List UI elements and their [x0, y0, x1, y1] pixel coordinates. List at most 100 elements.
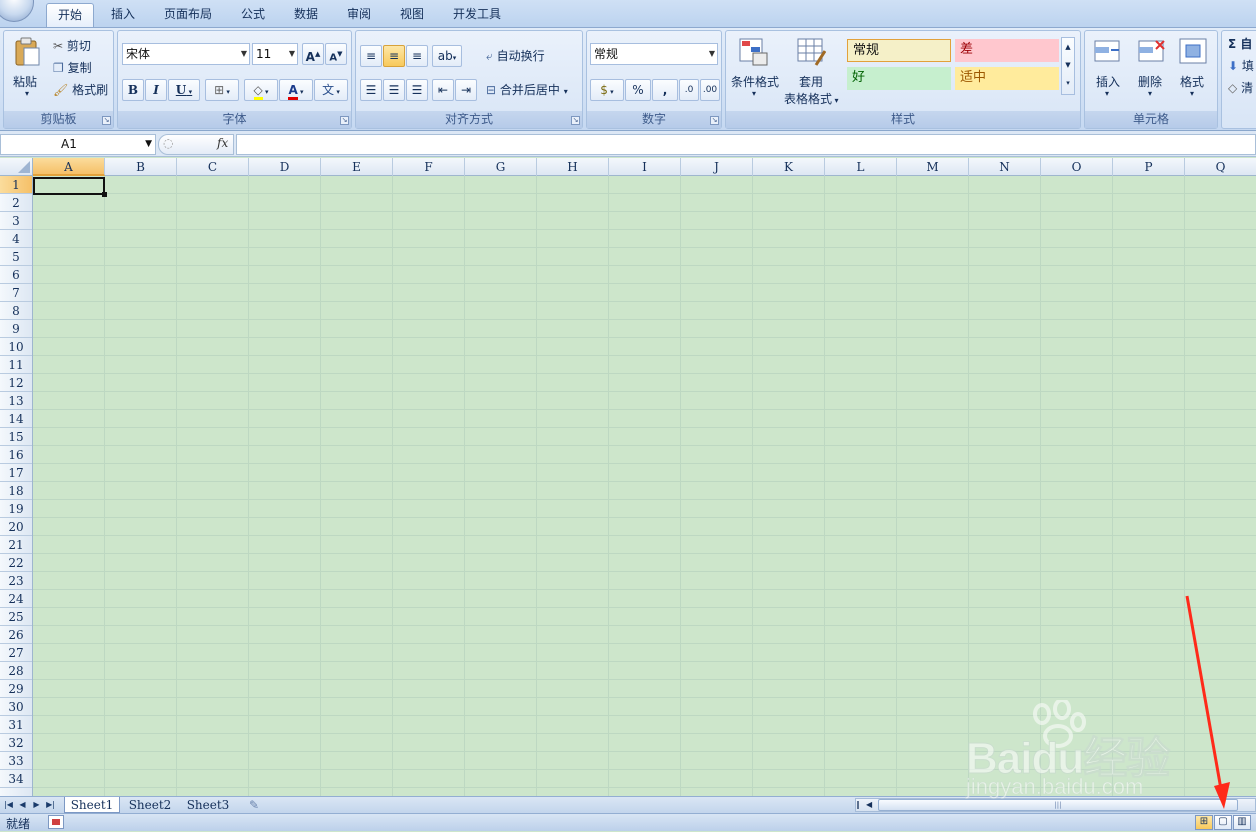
macro-record-icon[interactable]: [48, 815, 64, 829]
italic-button[interactable]: I: [145, 79, 167, 101]
align-top-button[interactable]: ≡: [360, 45, 382, 67]
underline-button[interactable]: U ▾: [168, 79, 200, 101]
grow-font-button[interactable]: A▲: [302, 43, 324, 65]
last-sheet-icon[interactable]: ▶|: [45, 797, 56, 812]
row-header-30[interactable]: 30: [0, 698, 32, 716]
tab-home[interactable]: 开始: [46, 3, 94, 27]
insert-dropdown-icon[interactable]: ▾: [1105, 89, 1109, 98]
row-header-10[interactable]: 10: [0, 338, 32, 356]
column-header-q[interactable]: Q: [1185, 158, 1256, 176]
cut-button[interactable]: ✂ 剪切: [53, 37, 91, 54]
page-layout-view-button[interactable]: ▢: [1214, 815, 1232, 830]
scroll-left-icon[interactable]: ◀: [866, 799, 876, 811]
row-header-32[interactable]: 32: [0, 734, 32, 752]
decrease-decimal-button[interactable]: .00: [700, 79, 720, 101]
increase-decimal-button[interactable]: .0: [679, 79, 699, 101]
copy-button[interactable]: ❐ 复制: [53, 59, 92, 76]
row-header-2[interactable]: 2: [0, 194, 32, 212]
row-header-19[interactable]: 19: [0, 500, 32, 518]
row-header-24[interactable]: 24: [0, 590, 32, 608]
tab-developer[interactable]: 开发工具: [442, 3, 512, 27]
number-format-combo[interactable]: 常规 ▼: [590, 43, 718, 65]
prev-sheet-icon[interactable]: ◀: [17, 797, 28, 812]
page-break-view-button[interactable]: ▥: [1233, 815, 1251, 830]
format-cells-button[interactable]: 格式: [1180, 73, 1204, 90]
row-header-31[interactable]: 31: [0, 716, 32, 734]
insert-cells-button[interactable]: 插入: [1096, 73, 1120, 90]
tab-insert[interactable]: 插入: [100, 3, 146, 27]
tab-view[interactable]: 视图: [388, 3, 436, 27]
normal-view-button[interactable]: ⊞: [1195, 815, 1213, 830]
column-header-m[interactable]: M: [897, 158, 969, 176]
decrease-indent-button[interactable]: ⇤: [432, 79, 454, 101]
fill-color-button[interactable]: ◇ ▾: [244, 79, 278, 101]
percent-button[interactable]: %: [625, 79, 651, 101]
wrap-text-button[interactable]: ⤶ 自动换行: [486, 47, 545, 64]
row-header-9[interactable]: 9: [0, 320, 32, 338]
row-header-11[interactable]: 11: [0, 356, 32, 374]
column-header-k[interactable]: K: [753, 158, 825, 176]
row-header-8[interactable]: 8: [0, 302, 32, 320]
row-header-14[interactable]: 14: [0, 410, 32, 428]
sheet-tab-sheet2[interactable]: Sheet2: [122, 797, 178, 813]
sheet-tab-sheet3[interactable]: Sheet3: [180, 797, 236, 813]
active-cell-a1[interactable]: [33, 177, 107, 197]
insert-sheet-button[interactable]: ✎: [240, 797, 268, 813]
row-header-5[interactable]: 5: [0, 248, 32, 266]
conditional-format-button[interactable]: 条件格式: [731, 73, 779, 90]
tab-page-layout[interactable]: 页面布局: [152, 3, 224, 27]
sheet-tab-sheet1[interactable]: Sheet1: [64, 797, 120, 813]
row-header-29[interactable]: 29: [0, 680, 32, 698]
paste-dropdown-icon[interactable]: ▾: [25, 89, 29, 98]
clear-button[interactable]: ◇ 清: [1228, 79, 1253, 96]
tab-data[interactable]: 数据: [282, 3, 330, 27]
column-header-b[interactable]: B: [105, 158, 177, 176]
delete-dropdown-icon[interactable]: ▾: [1148, 89, 1152, 98]
scroll-up-icon[interactable]: ▲: [1062, 38, 1074, 56]
row-header-17[interactable]: 17: [0, 464, 32, 482]
column-header-c[interactable]: C: [177, 158, 249, 176]
align-left-button[interactable]: ☰: [360, 79, 382, 101]
row-header-4[interactable]: 4: [0, 230, 32, 248]
column-header-h[interactable]: H: [537, 158, 609, 176]
chevron-down-icon[interactable]: ▼: [145, 135, 152, 154]
column-header-g[interactable]: G: [465, 158, 537, 176]
table-format-button[interactable]: 表格格式 ▾: [784, 90, 839, 107]
clipboard-dialog-launcher[interactable]: ↘: [102, 116, 111, 125]
align-bottom-button[interactable]: ≡: [406, 45, 428, 67]
row-header-33[interactable]: 33: [0, 752, 32, 770]
table-format-label-1[interactable]: 套用: [799, 73, 823, 90]
name-box[interactable]: A1 ▼: [0, 134, 156, 155]
style-cell-normal[interactable]: 常规: [847, 39, 951, 62]
style-cell-neutral[interactable]: 适中: [955, 67, 1059, 90]
phonetic-button[interactable]: 文 ▾: [314, 79, 348, 101]
row-header-13[interactable]: 13: [0, 392, 32, 410]
increase-indent-button[interactable]: ⇥: [455, 79, 477, 101]
row-header-25[interactable]: 25: [0, 608, 32, 626]
font-color-button[interactable]: A ▾: [279, 79, 313, 101]
row-header-20[interactable]: 20: [0, 518, 32, 536]
style-cell-bad[interactable]: 差: [955, 39, 1059, 62]
comma-button[interactable]: ,: [652, 79, 678, 101]
autosum-button[interactable]: Σ 自: [1228, 35, 1252, 52]
column-header-j[interactable]: J: [681, 158, 753, 176]
first-sheet-icon[interactable]: |◀: [3, 797, 14, 812]
row-header-12[interactable]: 12: [0, 374, 32, 392]
insert-function-icon[interactable]: fx: [217, 136, 228, 150]
row-header-22[interactable]: 22: [0, 554, 32, 572]
tab-review[interactable]: 审阅: [336, 3, 382, 27]
column-header-n[interactable]: N: [969, 158, 1041, 176]
row-header-16[interactable]: 16: [0, 446, 32, 464]
office-button[interactable]: [0, 0, 34, 22]
format-painter-button[interactable]: 🖌 格式刷: [53, 81, 108, 98]
row-header-3[interactable]: 3: [0, 212, 32, 230]
worksheet-grid[interactable]: [33, 176, 1256, 796]
number-dialog-launcher[interactable]: ↘: [710, 116, 719, 125]
font-dialog-launcher[interactable]: ↘: [340, 116, 349, 125]
scroll-split-handle[interactable]: ‖: [856, 799, 864, 811]
row-header-6[interactable]: 6: [0, 266, 32, 284]
shrink-font-button[interactable]: A▼: [325, 43, 347, 65]
styles-gallery-scroll[interactable]: ▲ ▼ ▾: [1061, 37, 1075, 95]
formula-input[interactable]: [236, 134, 1256, 155]
row-header-18[interactable]: 18: [0, 482, 32, 500]
